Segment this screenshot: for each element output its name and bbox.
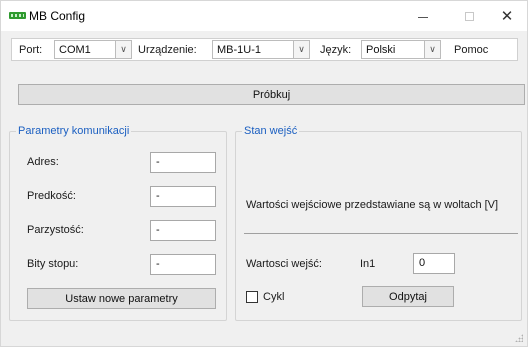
- stopbits-value: -: [156, 258, 160, 270]
- channel-value: 0: [419, 257, 426, 269]
- language-value: Polski: [366, 44, 396, 56]
- port-label: Port:: [19, 44, 43, 56]
- window-title: MB Config: [29, 9, 86, 23]
- chevron-down-icon[interactable]: ∨: [115, 41, 131, 58]
- maximize-icon: [464, 11, 474, 21]
- cycle-checkbox[interactable]: [246, 291, 258, 303]
- parity-value: -: [156, 224, 160, 236]
- address-label: Adres:: [27, 156, 59, 168]
- chevron-down-icon[interactable]: ∨: [424, 41, 440, 58]
- speed-value: -: [156, 190, 160, 202]
- chevron-down-icon[interactable]: ∨: [293, 41, 309, 58]
- channel-value-field[interactable]: 0: [413, 253, 455, 274]
- device-value: MB-1U-1: [217, 44, 262, 56]
- input-state-title: Stan wejść: [242, 125, 300, 137]
- title-bar[interactable]: MB Config ✕: [1, 1, 527, 31]
- divider: [244, 233, 518, 234]
- speed-label: Predkość:: [27, 190, 76, 202]
- input-values-label: Wartosci wejść:: [246, 258, 322, 270]
- set-params-button[interactable]: Ustaw nowe parametry: [27, 288, 216, 309]
- comm-params-title: Parametry komunikacji: [16, 125, 132, 137]
- device-label: Urządzenie:: [138, 44, 197, 56]
- stopbits-label: Bity stopu:: [27, 258, 79, 270]
- address-field[interactable]: -: [150, 152, 216, 173]
- address-value: -: [156, 156, 160, 168]
- minimize-button[interactable]: [403, 1, 443, 31]
- stopbits-field[interactable]: -: [150, 254, 216, 275]
- probe-button[interactable]: Próbkuj: [18, 84, 525, 105]
- parity-field[interactable]: -: [150, 220, 216, 241]
- input-state-group: Stan wejść Wartości wejściowe przedstawi…: [235, 125, 522, 321]
- language-label: Język:: [320, 44, 352, 56]
- toolbar: Port: COM1 ∨ Urządzenie: MB-1U-1 ∨ Język…: [11, 38, 518, 61]
- port-value: COM1: [59, 44, 91, 56]
- minimize-icon: [418, 16, 428, 18]
- query-button[interactable]: Odpytaj: [362, 286, 454, 307]
- parity-label: Parzystość:: [27, 224, 84, 236]
- comm-params-group: Parametry komunikacji Adres: - Predkość:…: [9, 125, 227, 321]
- input-info-text: Wartości wejściowe przedstawiane są w wo…: [246, 199, 499, 211]
- channel-label: In1: [360, 258, 376, 270]
- port-select[interactable]: COM1 ∨: [54, 40, 132, 59]
- maximize-button[interactable]: [449, 1, 489, 31]
- resize-grip-icon[interactable]: [515, 334, 523, 342]
- close-icon: ✕: [500, 8, 514, 25]
- language-select[interactable]: Polski ∨: [361, 40, 441, 59]
- main-window: MB Config ✕ Port: COM1 ∨ Urządzenie: MB-…: [0, 0, 528, 347]
- help-menu[interactable]: Pomoc: [454, 44, 488, 56]
- app-logo-icon: [9, 12, 26, 19]
- device-select[interactable]: MB-1U-1 ∨: [212, 40, 310, 59]
- cycle-label: Cykl: [263, 291, 285, 303]
- speed-field[interactable]: -: [150, 186, 216, 207]
- close-button[interactable]: ✕: [487, 1, 527, 31]
